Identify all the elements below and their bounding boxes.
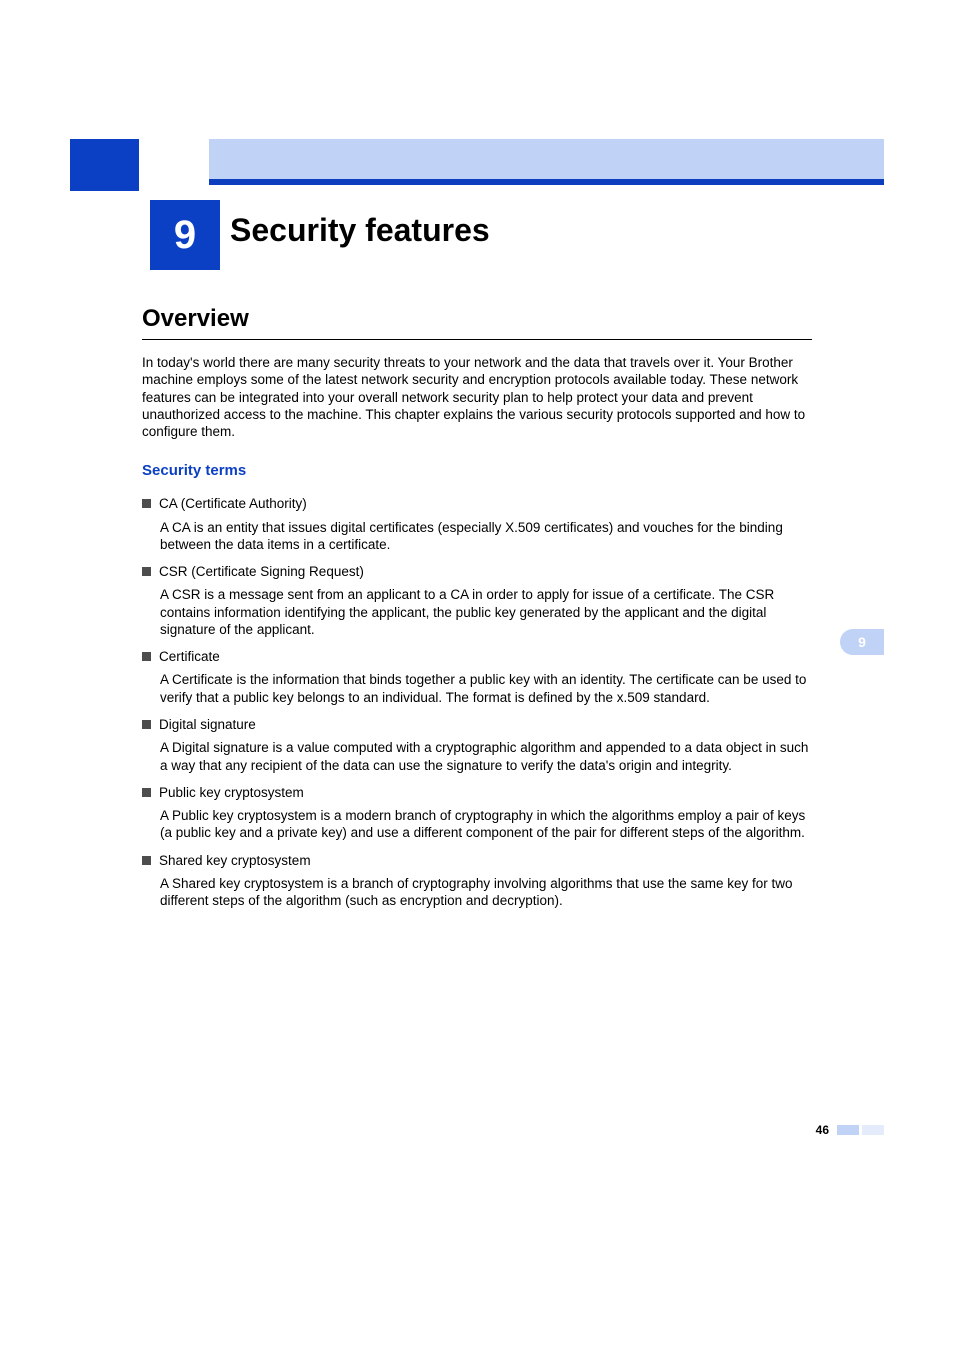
term-title: CSR (Certificate Signing Request) (159, 563, 812, 580)
term-head: CSR (Certificate Signing Request) (142, 563, 812, 580)
square-bullet-icon (142, 720, 151, 729)
chapter-number-box: 9 (150, 200, 220, 270)
header-light-bar (209, 139, 884, 179)
term-description: A Digital signature is a value computed … (160, 739, 812, 774)
term-head: CA (Certificate Authority) (142, 495, 812, 512)
content-area: Overview In today's world there are many… (142, 295, 812, 919)
term-title: Digital signature (159, 716, 812, 733)
term-description: A Certificate is the information that bi… (160, 671, 812, 706)
term-item: CA (Certificate Authority) A CA is an ent… (142, 495, 812, 553)
square-bullet-icon (142, 856, 151, 865)
chapter-title: Security features (230, 212, 490, 249)
term-description: A CA is an entity that issues digital ce… (160, 519, 812, 554)
term-head: Shared key cryptosystem (142, 852, 812, 869)
square-bullet-icon (142, 652, 151, 661)
section-heading: Overview (142, 305, 812, 333)
chapter-number: 9 (174, 213, 196, 258)
term-head: Public key cryptosystem (142, 784, 812, 801)
page-number: 46 (816, 1123, 829, 1137)
term-title: CA (Certificate Authority) (159, 495, 812, 512)
page-number-wrap: 46 (816, 1123, 884, 1137)
side-chapter-tab: 9 (840, 629, 884, 655)
section-heading-rule (142, 339, 812, 340)
terms-list: CA (Certificate Authority) A CA is an ent… (142, 495, 812, 909)
term-head: Certificate (142, 648, 812, 665)
term-item: CSR (Certificate Signing Request) A CSR i… (142, 563, 812, 638)
header-band (70, 139, 884, 191)
page-bar-dark (837, 1125, 859, 1135)
square-bullet-icon (142, 567, 151, 576)
term-title: Shared key cryptosystem (159, 852, 812, 869)
term-item: Digital signature A Digital signature is … (142, 716, 812, 774)
term-title: Certificate (159, 648, 812, 665)
section-intro-paragraph: In today's world there are many security… (142, 354, 812, 440)
side-chapter-number: 9 (858, 634, 866, 650)
term-item: Public key cryptosystem A Public key cryp… (142, 784, 812, 842)
term-description: A CSR is a message sent from an applican… (160, 586, 812, 638)
term-description: A Shared key cryptosystem is a branch of… (160, 875, 812, 910)
term-description: A Public key cryptosystem is a modern br… (160, 807, 812, 842)
subsection-heading: Security terms (142, 462, 812, 479)
term-title: Public key cryptosystem (159, 784, 812, 801)
page-bar-light (862, 1125, 884, 1135)
square-bullet-icon (142, 499, 151, 508)
term-head: Digital signature (142, 716, 812, 733)
header-dark-bar (209, 179, 884, 185)
header-left-block (70, 139, 139, 191)
term-item: Certificate A Certificate is the informat… (142, 648, 812, 706)
term-item: Shared key cryptosystem A Shared key cryp… (142, 852, 812, 910)
square-bullet-icon (142, 788, 151, 797)
